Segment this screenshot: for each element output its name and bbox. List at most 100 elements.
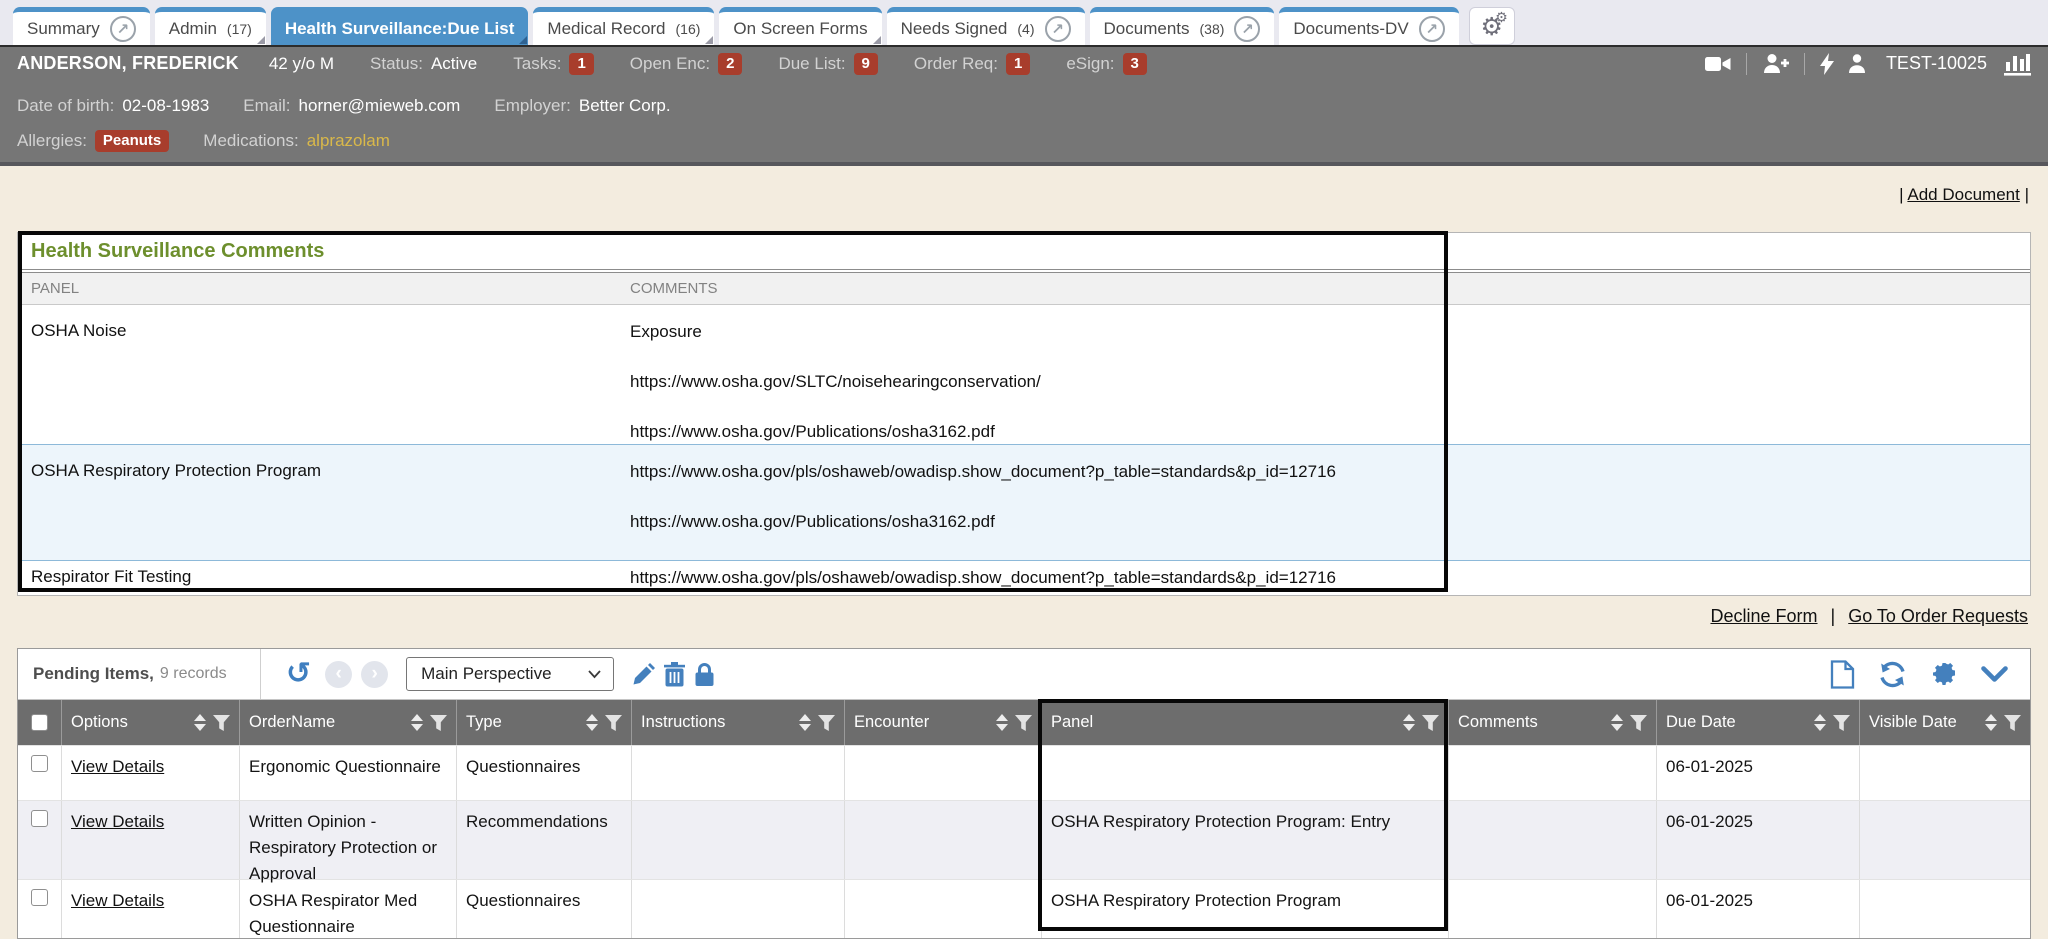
esign-count-badge[interactable]: 3 bbox=[1123, 53, 1147, 75]
tab-documents-dv[interactable]: Documents-DV ↗ bbox=[1279, 7, 1458, 45]
sort-icon[interactable] bbox=[1611, 714, 1623, 731]
tab-count: (16) bbox=[676, 21, 701, 37]
external-link-icon[interactable]: ↗ bbox=[110, 16, 136, 42]
column-header-encounter[interactable]: Encounter bbox=[844, 700, 1041, 745]
sort-icon[interactable] bbox=[194, 714, 206, 731]
due-date-cell: 06-01-2025 bbox=[1656, 801, 1859, 879]
tab-count: (17) bbox=[227, 21, 252, 37]
esign-counter[interactable]: eSign: 3 bbox=[1066, 53, 1147, 75]
patient-age-sex: 42 y/o M bbox=[269, 54, 334, 74]
person-icon[interactable] bbox=[1849, 54, 1865, 73]
column-header-panel[interactable]: Panel bbox=[1041, 700, 1448, 745]
panel-cell: OSHA Respiratory Protection Program bbox=[1041, 880, 1448, 939]
decline-form-link[interactable]: Decline Form bbox=[1710, 606, 1817, 626]
pending-items-panel: Pending Items, 9 records ↺ ‹ › Main Pers… bbox=[17, 648, 2031, 939]
tab-label: Documents-DV bbox=[1293, 19, 1408, 39]
view-details-link[interactable]: View Details bbox=[71, 812, 164, 831]
add-person-icon[interactable] bbox=[1762, 53, 1789, 74]
view-details-link[interactable]: View Details bbox=[71, 757, 164, 776]
tab-on-screen-forms[interactable]: On Screen Forms bbox=[719, 7, 881, 45]
new-document-icon[interactable] bbox=[1830, 660, 1855, 689]
next-icon[interactable]: › bbox=[361, 661, 388, 688]
sort-icon[interactable] bbox=[1985, 714, 1997, 731]
prev-icon[interactable]: ‹ bbox=[325, 661, 352, 688]
allergy-badge[interactable]: Peanuts bbox=[95, 130, 169, 152]
refresh-icon[interactable] bbox=[1878, 661, 1907, 688]
order-req-count-badge[interactable]: 1 bbox=[1006, 53, 1030, 75]
tab-admin[interactable]: Admin (17) bbox=[155, 7, 266, 45]
tab-label: Needs Signed bbox=[901, 19, 1008, 39]
filter-funnel-icon[interactable] bbox=[430, 715, 447, 731]
due-date-cell: 06-01-2025 bbox=[1656, 746, 1859, 800]
chart-icon[interactable] bbox=[2004, 51, 2031, 76]
open-enc-count-badge[interactable]: 2 bbox=[718, 53, 742, 75]
patient-name: ANDERSON, FREDERICK bbox=[17, 53, 239, 74]
sort-icon[interactable] bbox=[996, 714, 1008, 731]
tasks-counter[interactable]: Tasks: 1 bbox=[513, 53, 594, 75]
filter-funnel-icon[interactable] bbox=[1630, 715, 1647, 731]
filter-funnel-icon[interactable] bbox=[213, 715, 230, 731]
tab-count: (38) bbox=[1200, 21, 1225, 37]
tab-fold-corner bbox=[257, 36, 265, 44]
external-link-icon[interactable]: ↗ bbox=[1419, 16, 1445, 42]
column-header-comments[interactable]: Comments bbox=[1448, 700, 1656, 745]
select-all-checkbox[interactable] bbox=[31, 714, 48, 731]
filter-funnel-icon[interactable] bbox=[1422, 715, 1439, 731]
row-checkbox[interactable] bbox=[31, 755, 48, 772]
tab-needs-signed[interactable]: Needs Signed (4) ↗ bbox=[887, 7, 1085, 45]
edit-pencil-icon[interactable] bbox=[632, 663, 655, 686]
undo-icon[interactable]: ↺ bbox=[286, 661, 311, 687]
panel-cell: OSHA Noise bbox=[18, 305, 620, 444]
allergies-medications-row: Allergies: Peanuts Medications: alprazol… bbox=[17, 123, 2031, 158]
tab-label: Medical Record bbox=[547, 19, 665, 39]
open-enc-counter[interactable]: Open Enc: 2 bbox=[630, 53, 743, 75]
tab-label: Documents bbox=[1104, 19, 1190, 39]
column-header-ordername[interactable]: OrderName bbox=[239, 700, 456, 745]
row-checkbox[interactable] bbox=[31, 889, 48, 906]
row-checkbox[interactable] bbox=[31, 810, 48, 827]
external-link-icon[interactable]: ↗ bbox=[1045, 16, 1071, 42]
tab-fold-corner bbox=[705, 36, 713, 44]
tab-summary[interactable]: Summary ↗ bbox=[13, 7, 150, 45]
tab-documents[interactable]: Documents (38) ↗ bbox=[1090, 7, 1275, 45]
filter-funnel-icon[interactable] bbox=[2004, 715, 2021, 731]
column-header-options[interactable]: Options bbox=[61, 700, 239, 745]
perspective-select[interactable]: Main Perspective bbox=[406, 657, 614, 691]
delete-trash-icon[interactable] bbox=[664, 662, 685, 687]
filter-funnel-icon[interactable] bbox=[1015, 715, 1032, 731]
external-link-icon[interactable]: ↗ bbox=[1234, 16, 1260, 42]
column-header-type[interactable]: Type bbox=[456, 700, 631, 745]
instructions-cell bbox=[631, 880, 844, 939]
chevron-down-icon[interactable] bbox=[1981, 666, 2008, 683]
due-list-counter[interactable]: Due List: 9 bbox=[778, 53, 877, 75]
sort-icon[interactable] bbox=[1814, 714, 1826, 731]
due-list-count-badge[interactable]: 9 bbox=[854, 53, 878, 75]
video-camera-icon[interactable] bbox=[1705, 55, 1731, 73]
sort-icon[interactable] bbox=[586, 714, 598, 731]
lock-icon[interactable] bbox=[694, 662, 715, 687]
filter-funnel-icon[interactable] bbox=[818, 715, 835, 731]
tab-settings-button[interactable]: ⚙ ⚙ bbox=[1469, 7, 1515, 45]
tab-label: On Screen Forms bbox=[733, 19, 867, 39]
sort-icon[interactable] bbox=[411, 714, 423, 731]
lightning-icon[interactable] bbox=[1820, 53, 1834, 75]
column-header-instructions[interactable]: Instructions bbox=[631, 700, 844, 745]
column-header-visible-date[interactable]: Visible Date bbox=[1859, 700, 2030, 745]
tab-health-surveillance-due-list[interactable]: Health Surveillance:Due List bbox=[271, 7, 529, 45]
medication-value[interactable]: alprazolam bbox=[307, 131, 390, 151]
patient-header-bar: ANDERSON, FREDERICK 42 y/o M Status: Act… bbox=[0, 45, 2048, 80]
tab-medical-record[interactable]: Medical Record (16) bbox=[533, 7, 714, 45]
settings-gear-icon[interactable] bbox=[1930, 660, 1958, 688]
column-header-due-date[interactable]: Due Date bbox=[1656, 700, 1859, 745]
order-req-counter[interactable]: Order Req: 1 bbox=[914, 53, 1030, 75]
panel-cell: OSHA Respiratory Protection Program: Ent… bbox=[1041, 801, 1448, 879]
sort-icon[interactable] bbox=[1403, 714, 1415, 731]
go-to-order-requests-link[interactable]: Go To Order Requests bbox=[1848, 606, 2028, 626]
add-document-link[interactable]: Add Document bbox=[1907, 185, 2019, 204]
filter-funnel-icon[interactable] bbox=[605, 715, 622, 731]
sort-icon[interactable] bbox=[799, 714, 811, 731]
tab-fold-corner bbox=[873, 36, 881, 44]
view-details-link[interactable]: View Details bbox=[71, 891, 164, 910]
filter-funnel-icon[interactable] bbox=[1833, 715, 1850, 731]
tasks-count-badge[interactable]: 1 bbox=[569, 53, 593, 75]
